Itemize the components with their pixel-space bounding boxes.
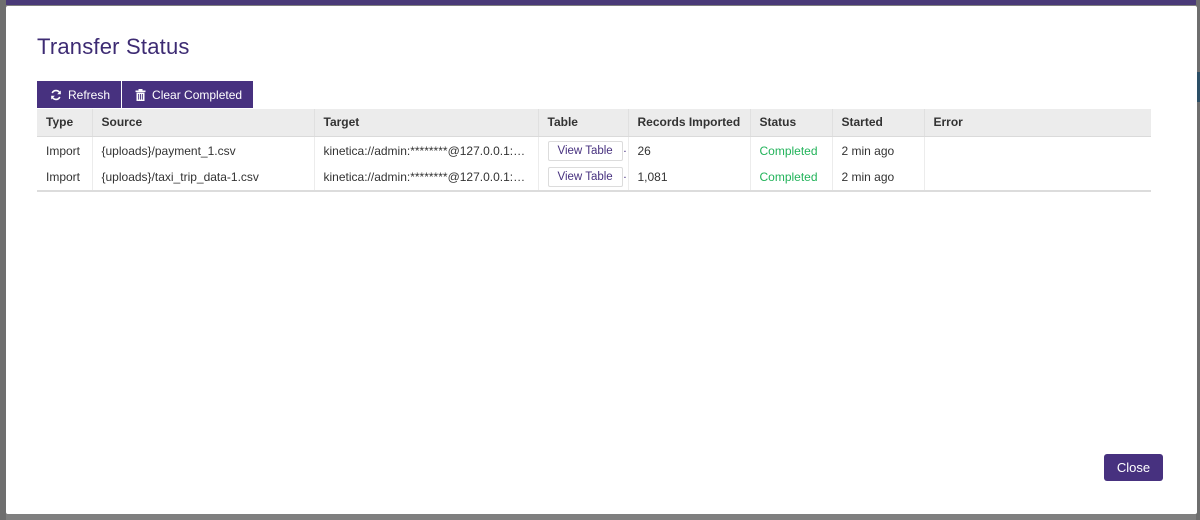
column-header-type[interactable]: Type [37,109,93,137]
column-header-table[interactable]: Table [538,109,629,137]
column-header-source[interactable]: Source [92,109,315,137]
column-header-records-imported[interactable]: Records Imported [628,109,751,137]
refresh-label: Refresh [68,87,111,102]
column-header-error[interactable]: Error [924,109,1151,137]
transfer-table: Type Source Target Table Records Importe… [37,109,1151,192]
trash-icon [135,88,146,101]
cell-status: Completed [750,136,833,163]
cell-table: View Table [538,136,629,163]
cell-target: kinetica://admin:********@127.0.0.1:9… [314,136,539,163]
column-header-target[interactable]: Target [314,109,539,137]
cell-error [924,163,1151,190]
cell-source: {uploads}/payment_1.csv [92,136,315,163]
table-row: Import {uploads}/taxi_trip_data-1.csv ki… [37,163,1151,190]
cell-records-imported: 1,081 [628,163,751,190]
clear-completed-button[interactable]: Clear Completed [122,81,254,108]
cell-started: 2 min ago [832,163,925,190]
column-header-started[interactable]: Started [832,109,925,137]
transfer-status-modal: Transfer Status Refresh Clear Completed … [6,6,1197,514]
cell-source: {uploads}/taxi_trip_data-1.csv [92,163,315,190]
refresh-button[interactable]: Refresh [37,81,122,108]
view-table-button[interactable]: View Table [547,166,623,187]
cell-status: Completed [750,163,833,190]
table-header-row: Type Source Target Table Records Importe… [37,109,1151,137]
modal-title: Transfer Status [37,34,190,59]
cell-type: Import [37,163,93,190]
cell-type: Import [37,136,93,163]
cell-started: 2 min ago [832,136,925,163]
cell-target: kinetica://admin:********@127.0.0.1:9… [314,163,539,190]
background-top-bar [0,0,1200,5]
cell-table: View Table [538,163,629,190]
toolbar: Refresh Clear Completed [37,81,254,108]
column-header-status[interactable]: Status [750,109,833,137]
refresh-icon [50,89,62,101]
view-table-button[interactable]: View Table [547,140,623,161]
cell-records-imported: 26 [628,136,751,163]
close-button[interactable]: Close [1104,454,1163,481]
table-row: Import {uploads}/payment_1.csv kinetica:… [37,136,1151,163]
clear-completed-label: Clear Completed [152,87,243,102]
cell-error [924,136,1151,163]
